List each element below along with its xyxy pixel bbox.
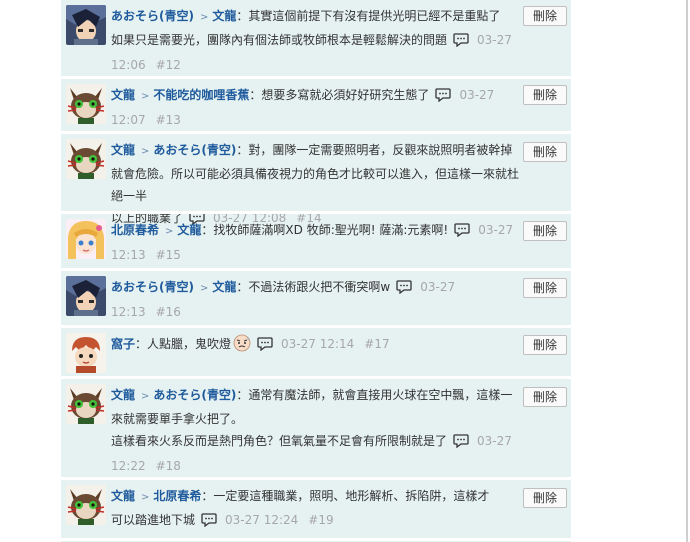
- delete-button[interactable]: 刪除: [523, 142, 567, 162]
- comment-number: #17: [364, 337, 390, 351]
- username-link[interactable]: 文龍: [111, 143, 135, 157]
- avatar[interactable]: [66, 219, 106, 259]
- reply-to-link[interactable]: あおそら(青空): [153, 143, 236, 157]
- delete-button[interactable]: 刪除: [523, 221, 567, 241]
- comment-text: 就會危險。所以可能必須具備夜視力的角色才比較可以進入，但這樣一來就杜絕一半: [111, 167, 520, 203]
- comment-text: ：人點臘，鬼吹燈: [135, 337, 232, 351]
- comment-datetime: 03-27 12:14: [281, 337, 355, 351]
- reply-icon[interactable]: [453, 433, 469, 455]
- sweat-face-emoji-icon: [233, 334, 251, 359]
- comment-time: 12:07: [111, 113, 146, 127]
- divider: [61, 538, 571, 541]
- comment-text: ：通常有魔法師，就會直接用火球在空中飄，這樣一: [236, 388, 513, 402]
- reply-to-link[interactable]: 文龍: [212, 280, 236, 294]
- reply-icon[interactable]: [257, 336, 273, 358]
- username-link[interactable]: あおそら(青空): [111, 280, 194, 294]
- reply-arrow-icon: >: [141, 91, 150, 102]
- avatar[interactable]: [66, 139, 106, 179]
- comment-time: 12:22: [111, 459, 146, 473]
- avatar[interactable]: [66, 333, 106, 373]
- comment-text: 這樣看來火系反而是熱門角色？但氧氣量不足會有所限制就是了: [111, 434, 448, 448]
- comment-text: ：想要多寫就必須好好研究生態了: [249, 88, 430, 102]
- username-link[interactable]: あおそら(青空): [111, 9, 194, 23]
- delete-button[interactable]: 刪除: [523, 85, 567, 105]
- comment-time: 12:13: [111, 248, 146, 262]
- comment-body: あおそら(青空) > 文龍：其實這個前提下有沒有提供光明已經不是重點了 如果只是需要…: [111, 5, 521, 76]
- comment-time: 12:06: [111, 58, 146, 72]
- comment-item: 文龍 > あおそら(青空)：通常有魔法師，就會直接用火球在空中飄，這樣一 來就需要單…: [61, 379, 571, 477]
- comment-text: ：其實這個前提下有沒有提供光明已經不是重點了: [236, 9, 501, 23]
- comment-body: 窩子：人點臘，鬼吹燈 03-27 12:14 #17: [111, 333, 521, 359]
- comment-time: 12:13: [111, 305, 146, 319]
- page-edge-divider: [686, 0, 688, 542]
- comment-text: 可以踏進地下城: [111, 513, 196, 527]
- comment-text: 如果只是需要光，團隊內有個法師或牧師根本是輕鬆解決的問題: [111, 33, 448, 47]
- delete-button[interactable]: 刪除: [523, 278, 567, 298]
- comment-item: あおそら(青空) > 文龍：不過法術跟火把不衝突啊w 03-27 12:13 #16 刪…: [61, 271, 571, 325]
- comment-number: #15: [155, 248, 181, 262]
- comment-text: ：找牧師薩滿啊XD 牧師:聖光啊! 薩滿:元素啊!: [201, 223, 449, 237]
- delete-button[interactable]: 刪除: [523, 488, 567, 508]
- comment-text: ：對，團隊一定需要照明者，反觀來說照明者被幹掉: [236, 143, 513, 157]
- reply-arrow-icon: >: [141, 492, 150, 503]
- comment-number: #19: [308, 513, 334, 527]
- comment-date: 03-27: [420, 280, 456, 294]
- comment-date: 03-27: [478, 223, 514, 237]
- username-link[interactable]: 北原春希: [111, 223, 159, 237]
- reply-icon[interactable]: [453, 32, 469, 54]
- comment-panel: あおそら(青空) > 文龍：其實這個前提下有沒有提供光明已經不是重點了 如果只是需要…: [61, 0, 571, 542]
- comment-number: #16: [155, 305, 181, 319]
- username-link[interactable]: 文龍: [111, 489, 135, 503]
- comment-date: 03-27: [477, 33, 512, 47]
- delete-button[interactable]: 刪除: [523, 335, 567, 355]
- comment-item: 文龍 > 不能吃的咖哩香蕉：想要多寫就必須好好研究生態了 03-27 12:07 #13…: [61, 79, 571, 131]
- username-link[interactable]: 文龍: [111, 388, 135, 402]
- avatar[interactable]: [66, 84, 106, 124]
- avatar[interactable]: [66, 485, 106, 525]
- comment-item: 文龍 > あおそら(青空)：對，團隊一定需要照明者，反觀來說照明者被幹掉 就會危險。…: [61, 134, 571, 226]
- reply-arrow-icon: >: [199, 283, 209, 294]
- reply-to-link[interactable]: 不能吃的咖哩香蕉: [153, 88, 249, 102]
- comment-body: 文龍 > 北原春希：一定要這種職業，照明、地形解析、拆陷阱，這樣才 可以踏進地下城 0…: [111, 485, 521, 534]
- avatar[interactable]: [66, 5, 106, 45]
- comment-body: 文龍 > 不能吃的咖哩香蕉：想要多寫就必須好好研究生態了 03-27 12:07 #13: [111, 84, 521, 131]
- comment-date: 03-27: [459, 88, 495, 102]
- delete-button[interactable]: 刪除: [523, 6, 567, 26]
- comment-text: ：一定要這種職業，照明、地形解析、拆陷阱，這樣才: [201, 489, 490, 503]
- username-link[interactable]: 文龍: [111, 88, 135, 102]
- delete-button[interactable]: 刪除: [523, 387, 567, 407]
- username-link[interactable]: 窩子: [111, 337, 135, 351]
- reply-arrow-icon: >: [141, 146, 150, 157]
- avatar[interactable]: [66, 276, 106, 316]
- avatar[interactable]: [66, 384, 106, 424]
- reply-to-link[interactable]: あおそら(青空): [153, 388, 236, 402]
- reply-to-link[interactable]: 北原春希: [153, 489, 201, 503]
- reply-icon[interactable]: [435, 87, 452, 109]
- reply-icon[interactable]: [454, 222, 470, 244]
- comment-item: 北原春希 > 文龍：找牧師薩滿啊XD 牧師:聖光啊! 薩滿:元素啊! 03-27 12…: [61, 214, 571, 268]
- comment-number: #18: [155, 459, 181, 473]
- comment-date: 03-27: [477, 434, 512, 448]
- comment-body: あおそら(青空) > 文龍：不過法術跟火把不衝突啊w 03-27 12:13 #16: [111, 276, 521, 323]
- comment-item: 文龍 > 北原春希：一定要這種職業，照明、地形解析、拆陷阱，這樣才 可以踏進地下城 0…: [61, 480, 571, 538]
- reply-icon[interactable]: [201, 512, 217, 534]
- comment-number: #13: [155, 113, 181, 127]
- comment-body: 北原春希 > 文龍：找牧師薩滿啊XD 牧師:聖光啊! 薩滿:元素啊! 03-27 12…: [111, 219, 521, 266]
- reply-arrow-icon: >: [165, 226, 174, 237]
- comment-text: ：不過法術跟火把不衝突啊w: [236, 280, 391, 294]
- reply-arrow-icon: >: [199, 12, 209, 23]
- reply-to-link[interactable]: 文龍: [177, 223, 201, 237]
- comment-item: あおそら(青空) > 文龍：其實這個前提下有沒有提供光明已經不是重點了 如果只是需要…: [61, 0, 571, 76]
- comment-text: 來就需要單手拿火把了。: [111, 412, 244, 426]
- comment-body: 文龍 > あおそら(青空)：通常有魔法師，就會直接用火球在空中飄，這樣一 來就需要單…: [111, 384, 521, 477]
- comment-datetime: 03-27 12:24: [225, 513, 299, 527]
- comment-number: #12: [155, 58, 181, 72]
- comment-item: 窩子：人點臘，鬼吹燈 03-27 12:14 #17 刪除: [61, 328, 571, 376]
- reply-arrow-icon: >: [141, 391, 150, 402]
- reply-to-link[interactable]: 文龍: [212, 9, 236, 23]
- reply-icon[interactable]: [396, 279, 412, 301]
